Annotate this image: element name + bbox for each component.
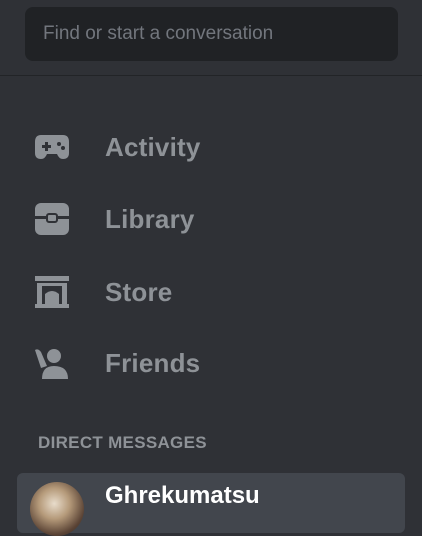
nav-item-label: Activity bbox=[105, 132, 201, 162]
nav-item-friends[interactable]: Friends bbox=[18, 334, 404, 392]
dm-list-item[interactable]: Ghrekumatsu bbox=[17, 473, 405, 536]
search-bar bbox=[0, 0, 422, 76]
nav-item-label: Store bbox=[105, 277, 173, 307]
gamepad-icon bbox=[34, 130, 70, 164]
nav-item-store[interactable]: Store bbox=[18, 263, 404, 321]
nav-item-library[interactable]: Library bbox=[18, 190, 404, 248]
direct-messages-header: DIRECT MESSAGES bbox=[38, 433, 207, 452]
nav-item-activity[interactable]: Activity bbox=[18, 118, 404, 176]
friends-icon bbox=[34, 346, 70, 380]
nav-item-label: Library bbox=[105, 204, 195, 234]
library-icon bbox=[34, 202, 70, 236]
avatar bbox=[30, 482, 84, 536]
search-input[interactable] bbox=[25, 7, 398, 61]
nav-item-label: Friends bbox=[105, 348, 201, 378]
dm-username: Ghrekumatsu bbox=[105, 482, 260, 509]
store-icon bbox=[34, 275, 70, 309]
